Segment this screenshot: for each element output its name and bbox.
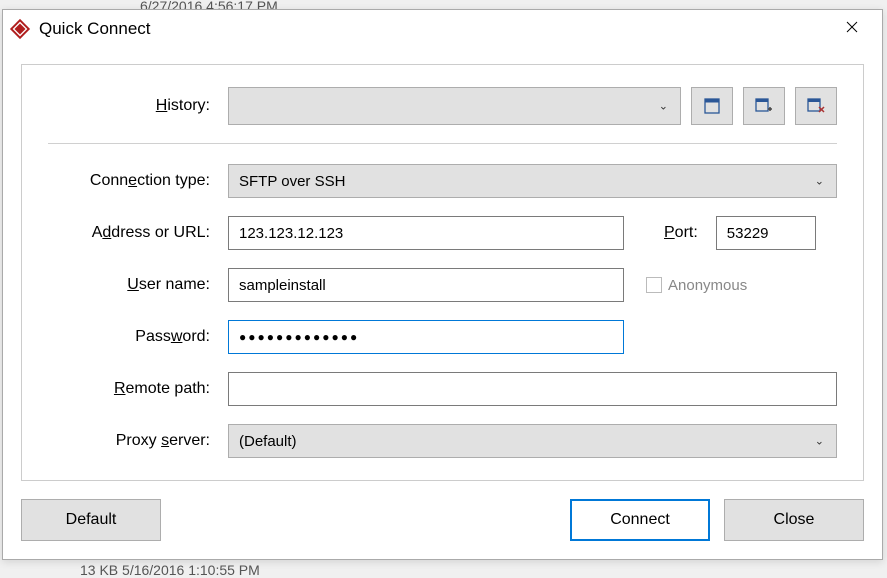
close-button[interactable]: Close <box>724 499 864 541</box>
address-input[interactable] <box>228 216 624 250</box>
anonymous-checkbox[interactable] <box>646 277 662 293</box>
history-dropdown[interactable]: ⌄ <box>228 87 681 125</box>
divider <box>48 143 837 144</box>
quick-connect-dialog: Quick Connect History: ⌄ <box>2 9 883 560</box>
close-icon[interactable] <box>830 14 874 44</box>
username-label: User name: <box>48 276 228 294</box>
anonymous-checkbox-wrap: Anonymous <box>646 277 747 294</box>
anonymous-label: Anonymous <box>668 277 747 294</box>
proxy-dropdown[interactable]: (Default) ⌄ <box>228 424 837 458</box>
titlebar: Quick Connect <box>3 10 882 48</box>
password-input[interactable]: ●●●●●●●●●●●●● <box>228 320 624 354</box>
chevron-down-icon: ⌄ <box>815 175 824 188</box>
history-label: History: <box>48 97 228 115</box>
remote-path-input[interactable] <box>228 372 837 406</box>
connection-type-dropdown[interactable]: SFTP over SSH ⌄ <box>228 164 837 198</box>
button-row: Default Connect Close <box>21 499 864 541</box>
history-add-button[interactable] <box>743 87 785 125</box>
chevron-down-icon: ⌄ <box>659 100 668 113</box>
connection-type-label: Connection type: <box>48 172 228 190</box>
default-button[interactable]: Default <box>21 499 161 541</box>
connect-button[interactable]: Connect <box>570 499 710 541</box>
remote-path-label: Remote path: <box>48 380 228 398</box>
app-icon <box>9 18 31 40</box>
proxy-label: Proxy server: <box>48 432 228 450</box>
history-open-button[interactable] <box>691 87 733 125</box>
background-text-bottom: 13 KB 5/16/2016 1:10:55 PM <box>80 562 260 578</box>
form-panel: History: ⌄ <box>21 64 864 481</box>
password-label: Password: <box>48 328 228 346</box>
chevron-down-icon: ⌄ <box>815 435 824 448</box>
username-input[interactable] <box>228 268 624 302</box>
port-input[interactable] <box>716 216 816 250</box>
dialog-title: Quick Connect <box>39 19 151 39</box>
history-remove-button[interactable] <box>795 87 837 125</box>
port-label: Port: <box>664 224 698 242</box>
address-label: Address or URL: <box>48 224 228 242</box>
